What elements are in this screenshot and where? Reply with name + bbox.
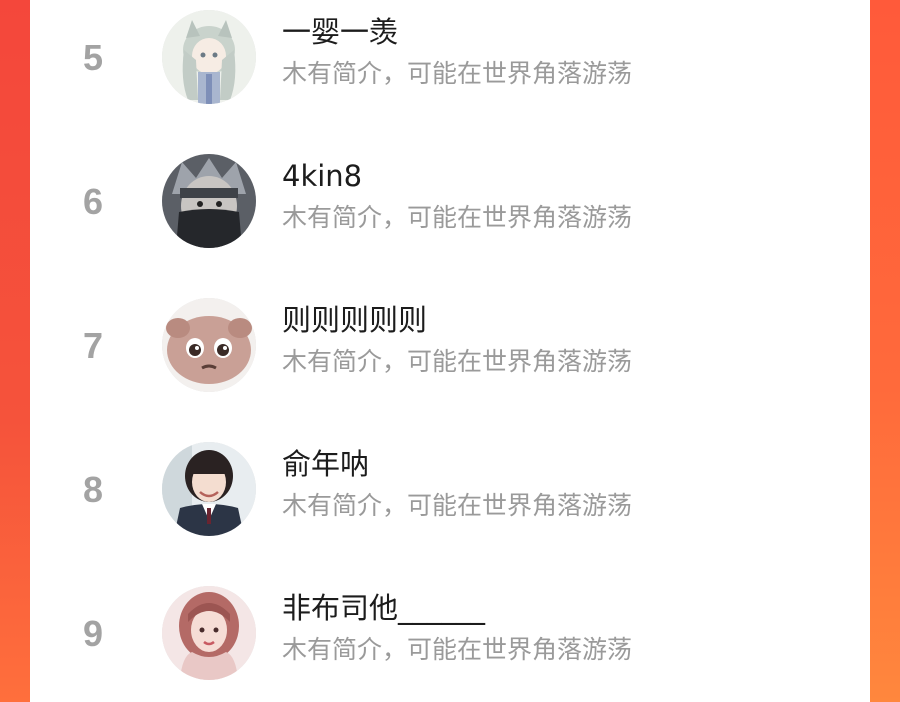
- cartoon-face-avatar-icon: [162, 298, 256, 392]
- rank-number: 5: [82, 37, 104, 78]
- user-name[interactable]: 俞年呐: [282, 450, 369, 479]
- portrait-girl-avatar-icon: [162, 586, 256, 680]
- ranking-row[interactable]: 5 一婴一羡 木有简介，可能在世界角落游荡: [30, 0, 870, 120]
- user-bio: 木有简介，可能在世界角落游荡: [282, 491, 633, 520]
- student-girl-avatar-icon: [162, 442, 256, 536]
- user-bio: 木有简介，可能在世界角落游荡: [282, 635, 633, 664]
- ranking-list: 5 一婴一羡 木有简介，可能在世界角落游荡 6 4kin8 木有简介，可能在世界…: [30, 0, 870, 702]
- background-right-edge: [870, 0, 900, 702]
- rank-number: 8: [82, 469, 104, 510]
- user-bio: 木有简介，可能在世界角落游荡: [282, 347, 633, 376]
- user-bio: 木有简介，可能在世界角落游荡: [282, 203, 633, 232]
- background-left-edge: [0, 0, 30, 702]
- user-avatar[interactable]: [162, 154, 256, 248]
- app-frame: 5 一婴一羡 木有简介，可能在世界角落游荡 6 4kin8 木有简介，可能在世界…: [0, 0, 900, 702]
- user-avatar[interactable]: [162, 10, 256, 104]
- rank-number: 9: [82, 613, 104, 654]
- ranking-row[interactable]: 8 俞年呐 木有简介，可能在世界角落游荡: [30, 432, 870, 552]
- user-avatar[interactable]: [162, 586, 256, 680]
- ranking-card: 5 一婴一羡 木有简介，可能在世界角落游荡 6 4kin8 木有简介，可能在世界…: [30, 0, 870, 702]
- user-name[interactable]: 一婴一羡: [282, 18, 398, 47]
- rank-number: 6: [82, 181, 104, 222]
- ranking-row[interactable]: 9 非布司他______ 木有简介，可能在世界角落游荡: [30, 576, 870, 696]
- anime-girl-avatar-icon: [162, 10, 256, 104]
- user-name[interactable]: 4kin8: [282, 162, 362, 191]
- ranking-row[interactable]: 7 则则则则则 木有简介，可能在世界角落游荡: [30, 288, 870, 408]
- user-name[interactable]: 非布司他______: [282, 594, 485, 623]
- user-bio: 木有简介，可能在世界角落游荡: [282, 59, 633, 88]
- masked-ninja-avatar-icon: [162, 154, 256, 248]
- user-name[interactable]: 则则则则则: [282, 306, 427, 335]
- ranking-row[interactable]: 6 4kin8 木有简介，可能在世界角落游荡: [30, 144, 870, 264]
- rank-number: 7: [82, 325, 104, 366]
- user-avatar[interactable]: [162, 298, 256, 392]
- user-avatar[interactable]: [162, 442, 256, 536]
